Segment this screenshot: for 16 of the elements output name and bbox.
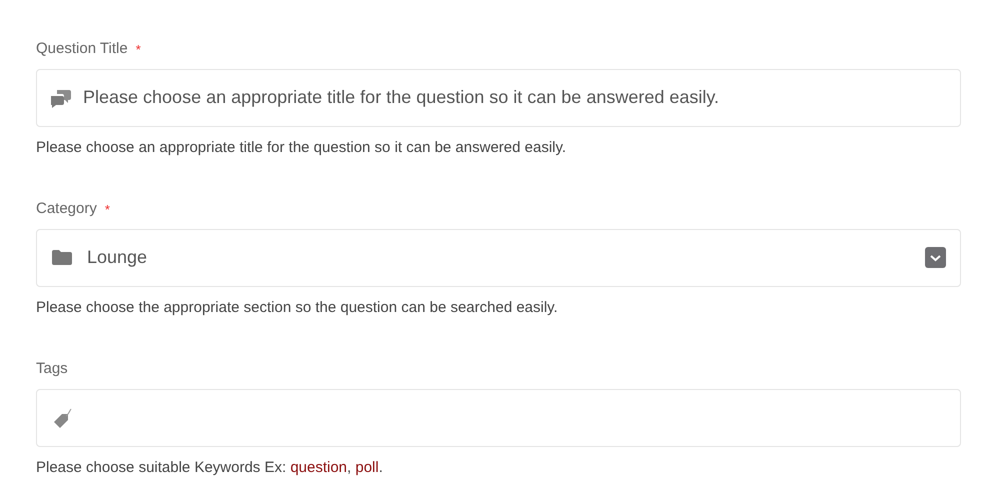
required-asterisk: * <box>136 40 141 58</box>
field-label: Category <box>36 199 97 219</box>
chevron-down-icon <box>925 247 946 268</box>
keyword-link[interactable]: question <box>290 458 348 476</box>
help-text: Please choose suitable Keywords Ex: question, poll. <box>36 458 384 478</box>
field-label: Question Title <box>36 39 128 59</box>
field-label: Tags <box>36 359 68 379</box>
required-asterisk: * <box>104 200 110 218</box>
help-text: Please choose the appropriate section so the question can be searched easily. <box>36 298 559 318</box>
help-text: Please choose an appropriate title for the question so it can be answered easily. <box>36 138 568 158</box>
folder-icon <box>51 249 73 266</box>
keyword-link[interactable]: poll <box>355 458 379 476</box>
category-select[interactable]: Lounge <box>36 228 961 286</box>
title-input[interactable]: Please choose an appropriate title for the question so it can be answered easily. <box>36 68 961 126</box>
tags-input[interactable] <box>36 388 961 446</box>
chat-bubbles-icon <box>50 88 72 108</box>
